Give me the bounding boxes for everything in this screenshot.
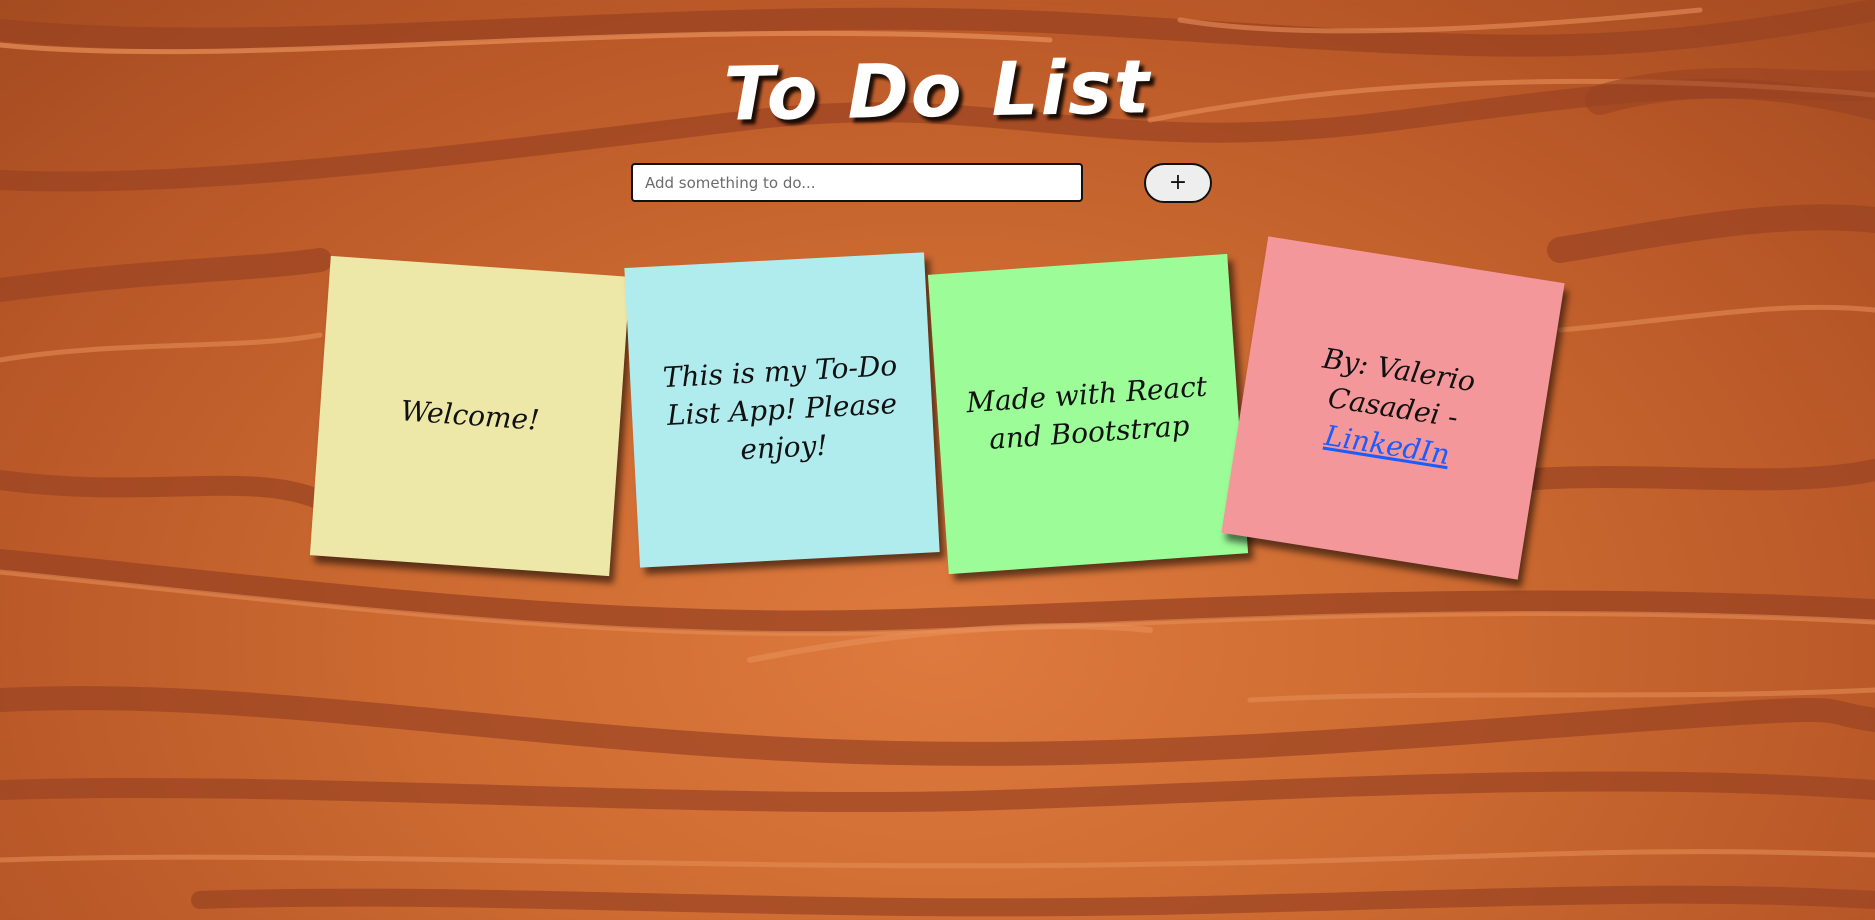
sticky-note-intro: This is my To-Do List App! Please enjoy! [624,252,940,568]
sticky-note-author: By: Valerio Casadei - LinkedIn [1221,236,1565,580]
note-text-container: By: Valerio Casadei - LinkedIn [1258,332,1529,485]
note-text: By: Valerio Casadei - [1320,341,1478,435]
note-text: This is my To-Do List App! Please enjoy! [662,348,898,467]
note-text: Welcome! [399,394,541,437]
note-text: Made with React and Bootstrap [965,369,1209,456]
add-todo-button[interactable]: + [1144,163,1212,203]
add-todo-input[interactable] [631,163,1083,202]
sticky-note-welcome: Welcome! [309,255,631,577]
sticky-note-tech: Made with React and Bootstrap [927,253,1249,575]
